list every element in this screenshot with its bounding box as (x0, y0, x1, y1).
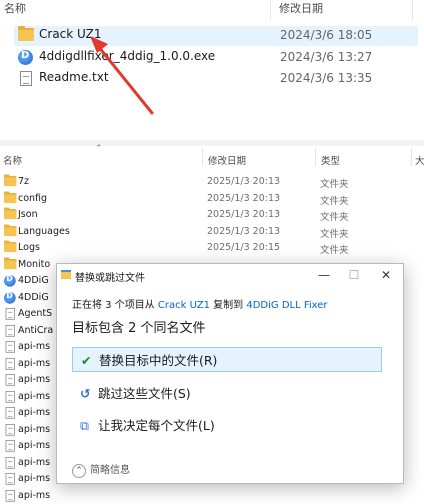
file-name: Languages (18, 226, 70, 237)
file-date: 2025/1/3 20:13 (207, 209, 280, 220)
file-row[interactable]: Logs 2025/1/3 20:15 文件夹 (0, 240, 424, 257)
file-row[interactable]: Json 2025/1/3 20:13 文件夹 (0, 207, 424, 224)
file-icon (6, 473, 15, 485)
file-date: 2025/1/3 20:13 (207, 193, 280, 204)
column-header-name[interactable]: 名称 (3, 153, 22, 167)
file-row[interactable]: Languages 2025/1/3 20:13 文件夹 (0, 224, 424, 241)
file-name: 4DDiG (18, 275, 49, 286)
maximize-button[interactable]: ☐ (339, 266, 369, 284)
option-label: 让我决定每个文件(L) (98, 418, 215, 433)
skip-icon: ↺ (80, 381, 94, 406)
top-file-explorer: 名称 修改日期 Crack UZ1 2024/3/6 18:05 4ddigdl… (0, 0, 424, 140)
file-icon (6, 457, 15, 469)
column-header-size[interactable]: 大 (415, 153, 424, 167)
annotation-arrow-icon (0, 0, 424, 140)
file-icon (6, 391, 15, 403)
decide-icon: ⧉ (80, 413, 94, 438)
file-name: api-ms (18, 473, 50, 484)
option-label: 替换目标中的文件(R) (99, 353, 217, 368)
folder-icon (4, 242, 16, 252)
file-type: 文件夹 (320, 242, 349, 256)
destination-link[interactable]: 4DDiG DLL Fixer (246, 300, 327, 311)
file-icon (6, 424, 15, 436)
details-label: 简略信息 (90, 465, 130, 476)
file-icon (6, 407, 15, 419)
file-name: AntiCra (18, 325, 53, 336)
check-icon: ✔ (81, 348, 95, 373)
file-icon (6, 325, 15, 337)
file-name: api-ms (18, 374, 50, 385)
decide-each-file-option[interactable]: ⧉ 让我决定每个文件(L) (72, 413, 382, 438)
minimize-button[interactable]: — (309, 266, 339, 284)
file-name: 7z (18, 176, 29, 187)
progress-prefix: 正在将 3 个项目从 (72, 300, 155, 311)
file-icon (6, 308, 15, 320)
file-name: Json (18, 209, 38, 220)
copy-icon (61, 270, 71, 279)
column-header-type[interactable]: 类型 (321, 153, 340, 167)
file-name: api-ms (18, 358, 50, 369)
file-icon (6, 358, 15, 370)
column-divider[interactable] (411, 148, 412, 166)
details-toggle[interactable]: ⌃ 简略信息 (72, 461, 130, 478)
skip-files-option[interactable]: ↺ 跳过这些文件(S) (72, 381, 382, 406)
file-name: config (18, 193, 47, 204)
file-icon (6, 490, 15, 502)
folder-icon (4, 193, 16, 203)
file-icon (6, 440, 15, 452)
replace-files-option[interactable]: ✔ 替换目标中的文件(R) (72, 347, 382, 372)
folder-icon (4, 259, 16, 269)
file-type: 文件夹 (320, 193, 349, 207)
dialog-heading: 目标包含 2 个同名文件 (72, 317, 206, 336)
folder-icon (4, 176, 16, 186)
progress-text: 正在将 3 个项目从 Crack UZ1 复制到 4DDiG DLL Fixer (72, 296, 328, 311)
file-row[interactable]: 7z 2025/1/3 20:13 文件夹 (0, 174, 424, 191)
app-icon (4, 275, 16, 287)
folder-icon (4, 209, 16, 219)
replace-or-skip-dialog: 替换或跳过文件 — ☐ ✕ 正在将 3 个项目从 Crack UZ1 复制到 4… (56, 263, 404, 484)
file-type: 文件夹 (320, 209, 349, 223)
file-name: api-ms (18, 391, 50, 402)
file-date: 2025/1/3 20:13 (207, 226, 280, 237)
file-name: Logs (18, 242, 40, 253)
file-name: Monito (18, 259, 50, 270)
file-row[interactable]: api-ms (0, 488, 424, 504)
column-divider[interactable] (315, 148, 316, 166)
progress-middle: 复制到 (213, 300, 243, 311)
app-icon (4, 292, 16, 304)
file-name: api-ms (18, 490, 50, 501)
file-name: api-ms (18, 341, 50, 352)
file-name: api-ms (18, 457, 50, 468)
file-name: 4DDiG (18, 292, 49, 303)
folder-icon (4, 226, 16, 236)
file-icon (6, 341, 15, 353)
file-name: api-ms (18, 424, 50, 435)
column-divider[interactable] (202, 148, 203, 166)
file-name: api-ms (18, 407, 50, 418)
file-date: 2025/1/3 20:13 (207, 176, 280, 187)
file-date: 2025/1/3 20:15 (207, 242, 280, 253)
option-label: 跳过这些文件(S) (98, 386, 191, 401)
file-row[interactable]: config 2025/1/3 20:13 文件夹 (0, 191, 424, 208)
dialog-title: 替换或跳过文件 (75, 269, 145, 284)
source-link[interactable]: Crack UZ1 (158, 300, 210, 311)
file-icon (6, 374, 15, 386)
sort-up-icon: ⌃ (95, 144, 103, 154)
file-type: 文件夹 (320, 176, 349, 190)
column-header-date[interactable]: 修改日期 (208, 153, 246, 167)
close-button[interactable]: ✕ (371, 266, 401, 284)
collapse-icon: ⌃ (72, 464, 86, 478)
file-name: api-ms (18, 440, 50, 451)
file-type: 文件夹 (320, 226, 349, 240)
file-name: AgentS (18, 308, 52, 319)
